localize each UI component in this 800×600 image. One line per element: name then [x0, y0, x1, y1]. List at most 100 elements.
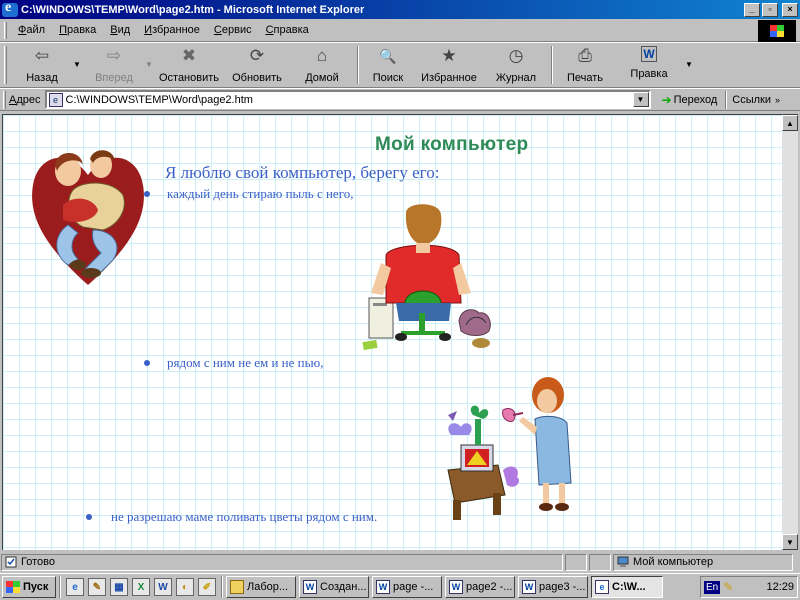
- favorites-label: Избранное: [421, 72, 477, 84]
- page-title: Мой компьютер: [375, 134, 529, 155]
- stop-button[interactable]: ✖ Остановить: [155, 46, 223, 86]
- toolbar-separator: [551, 46, 553, 84]
- quicklaunch-word-icon[interactable]: W: [154, 578, 172, 596]
- home-icon: ⌂: [316, 46, 328, 65]
- menu-grip[interactable]: [4, 21, 7, 39]
- history-button[interactable]: ◷ Журнал: [485, 46, 547, 86]
- minimize-button[interactable]: _: [744, 2, 760, 17]
- start-button[interactable]: Пуск: [2, 576, 56, 598]
- clock[interactable]: 12:29: [766, 581, 794, 593]
- back-arrow-icon: ⇦: [34, 46, 50, 65]
- menu-bar: Файл Правка Вид Избранное Сервис Справка: [0, 19, 800, 42]
- page-intro: Я люблю свой компьютер, берегу его:: [165, 163, 440, 182]
- system-tray: En ✎ 12:29: [700, 576, 798, 598]
- task-button-word-1[interactable]: W Создан...: [299, 576, 369, 598]
- search-icon: 🔍: [379, 47, 397, 64]
- task-label: page -...: [393, 581, 434, 593]
- window-titlebar[interactable]: C:\WINDOWS\TEMP\Word\page2.htm - Microso…: [0, 0, 800, 19]
- edit-dropdown-button[interactable]: ▼: [685, 46, 695, 69]
- history-icon: ◷: [508, 46, 524, 65]
- home-label: Домой: [305, 72, 339, 84]
- word-icon: W: [449, 580, 463, 594]
- status-main: Готово: [1, 553, 563, 571]
- address-grip[interactable]: [3, 90, 6, 109]
- home-button[interactable]: ⌂ Домой: [291, 46, 353, 86]
- task-button-folder[interactable]: Лабор...: [226, 576, 296, 598]
- task-button-word-2[interactable]: W page -...: [372, 576, 442, 598]
- forward-button[interactable]: ⇨ Вперед: [83, 46, 145, 86]
- taskbar-separator: [221, 576, 223, 598]
- list-item-text: каждый день стираю пыль с него,: [167, 186, 354, 201]
- task-label: Создан...: [320, 581, 367, 593]
- back-button[interactable]: ⇦ Назад: [11, 46, 73, 86]
- word-icon: W: [303, 580, 317, 594]
- forward-dropdown-button[interactable]: ▼: [145, 46, 155, 69]
- address-dropdown-button[interactable]: ▼: [632, 92, 649, 107]
- menu-tools[interactable]: Сервис: [207, 24, 259, 36]
- quicklaunch-notepad-icon[interactable]: ✐: [198, 578, 216, 596]
- language-indicator[interactable]: En: [704, 580, 721, 594]
- status-security-cell: [589, 553, 611, 571]
- task-button-word-4[interactable]: W page3 -...: [518, 576, 588, 598]
- scroll-up-button[interactable]: ▲: [782, 115, 798, 131]
- close-button[interactable]: ×: [782, 2, 798, 17]
- favorites-button[interactable]: ★ Избранное: [413, 46, 485, 86]
- links-button[interactable]: Ссылки: [732, 94, 771, 106]
- print-label: Печать: [566, 72, 604, 84]
- scroll-down-button[interactable]: ▼: [782, 534, 798, 550]
- toolbar-grip[interactable]: [4, 46, 7, 84]
- go-arrow-icon: ➔: [661, 92, 672, 107]
- menu-edit[interactable]: Правка: [52, 24, 103, 36]
- menu-file[interactable]: Файл: [11, 24, 52, 36]
- page-done-icon: [5, 556, 17, 568]
- quicklaunch-ie-icon[interactable]: e: [66, 578, 84, 596]
- refresh-icon: ⟳: [249, 46, 265, 65]
- search-button[interactable]: 🔍 Поиск: [363, 46, 413, 86]
- task-button-word-3[interactable]: W page2 -...: [445, 576, 515, 598]
- vertical-scrollbar[interactable]: ▲ ▼: [782, 114, 798, 550]
- toolbar-separator: [357, 46, 359, 84]
- window-title: C:\WINDOWS\TEMP\Word\page2.htm - Microso…: [21, 3, 365, 16]
- search-label: Поиск: [372, 72, 404, 84]
- back-dropdown-button[interactable]: ▼: [73, 46, 83, 69]
- quicklaunch-desktop-icon[interactable]: ▦: [110, 578, 128, 596]
- menu-favorites[interactable]: Избранное: [137, 24, 207, 36]
- word-icon: W: [376, 580, 390, 594]
- refresh-button[interactable]: ⟳ Обновить: [223, 46, 291, 86]
- forward-arrow-icon: ⇨: [106, 46, 122, 65]
- my-computer-icon: [617, 556, 629, 567]
- status-progress-cell: [565, 553, 587, 571]
- address-bar: Адрес e ▼ ➔ Переход Ссылки »: [0, 88, 800, 111]
- list-item-text: рядом с ним не ем и не пью,: [167, 355, 324, 370]
- list-item: каждый день стираю пыль с него,: [144, 186, 353, 202]
- edit-button[interactable]: W Правка: [613, 46, 685, 86]
- stop-label: Остановить: [158, 72, 220, 84]
- address-box[interactable]: e ▼: [44, 90, 651, 109]
- address-input[interactable]: [65, 93, 626, 106]
- quicklaunch-find-icon[interactable]: ◐: [176, 578, 194, 596]
- ie-icon[interactable]: [2, 0, 18, 17]
- task-button-ie[interactable]: e C:\W...: [591, 576, 663, 598]
- bullet-icon: [144, 360, 150, 366]
- go-button[interactable]: ➔ Переход: [657, 93, 723, 107]
- tray-app-icon[interactable]: ✎: [723, 580, 733, 594]
- links-separator: [725, 90, 728, 109]
- history-label: Журнал: [495, 72, 537, 84]
- ie-icon: e: [595, 580, 609, 594]
- quicklaunch-excel-icon[interactable]: X: [132, 578, 150, 596]
- quicklaunch-outlook-icon[interactable]: ✎: [88, 578, 106, 596]
- printer-icon: ⎙: [578, 46, 592, 65]
- task-label: C:\W...: [612, 581, 646, 593]
- go-label: Переход: [673, 93, 718, 106]
- standard-toolbar: ⇦ Назад ▼ ⇨ Вперед ▼ ✖ Остановить ⟳ Обно…: [0, 42, 800, 88]
- links-more-button[interactable]: »: [775, 95, 780, 105]
- woman-watering-computer-clipart: [447, 377, 572, 520]
- taskbar-separator: [59, 576, 61, 598]
- maximize-button[interactable]: ▫: [762, 2, 778, 17]
- favorites-icon: ★: [441, 46, 457, 65]
- bullet-icon: [86, 514, 92, 520]
- print-button[interactable]: ⎙ Печать: [557, 46, 613, 86]
- status-text: Готово: [21, 556, 55, 568]
- menu-view[interactable]: Вид: [103, 24, 137, 36]
- menu-help[interactable]: Справка: [259, 24, 316, 36]
